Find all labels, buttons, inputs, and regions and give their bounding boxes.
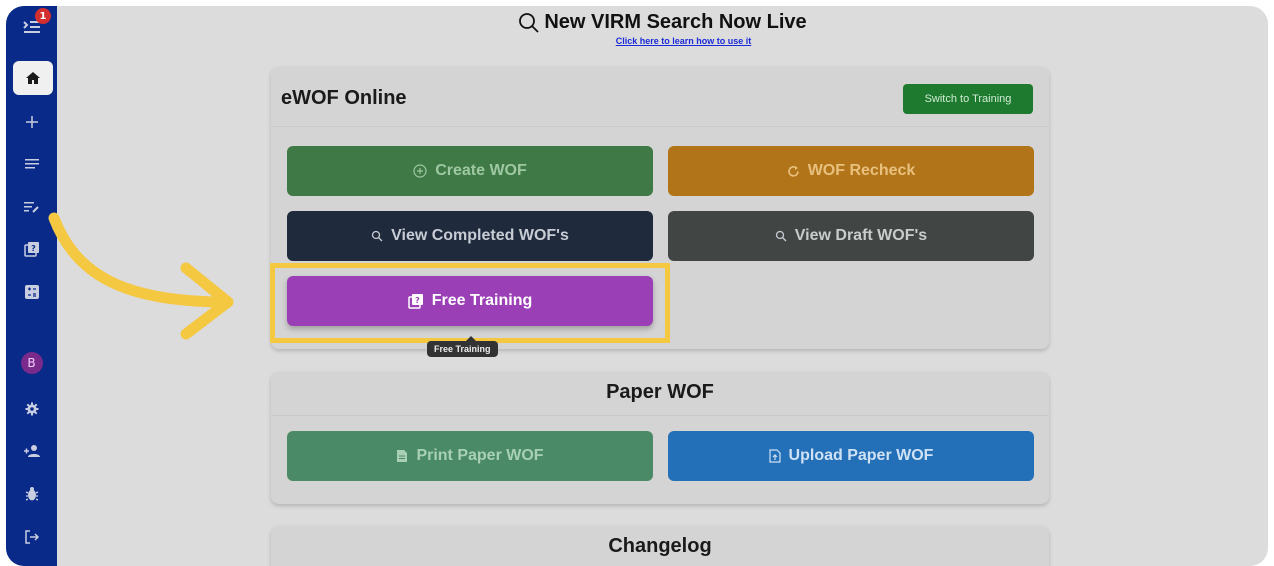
upload-paper-label: Upload Paper WOF: [788, 447, 934, 464]
changelog-title: Changelog: [608, 535, 712, 557]
search-icon: [371, 230, 383, 242]
create-wof-button[interactable]: Create WOF: [287, 146, 653, 196]
search-icon: [519, 12, 539, 33]
paper-card-header: Paper WOF: [271, 372, 1049, 416]
plus-icon[interactable]: [6, 105, 57, 139]
paper-card-title: Paper WOF: [606, 381, 714, 403]
refresh-icon: [787, 165, 799, 177]
ewof-card-title: eWOF Online: [281, 87, 407, 109]
avatar[interactable]: B: [6, 346, 57, 380]
wof-recheck-button[interactable]: WOF Recheck: [668, 146, 1034, 196]
file-upload-icon: [768, 449, 781, 463]
notification-badge: 1: [35, 8, 51, 24]
ewof-card-header: eWOF Online Switch to Training: [271, 67, 1049, 127]
avatar-letter: B: [20, 352, 43, 374]
logout-icon[interactable]: [6, 520, 57, 554]
home-icon[interactable]: [13, 61, 53, 95]
menu-collapse-icon[interactable]: 1: [6, 8, 57, 44]
view-draft-label: View Draft WOF's: [794, 227, 928, 244]
view-completed-label: View Completed WOF's: [391, 227, 569, 244]
bug-icon[interactable]: [6, 477, 57, 511]
pointer-arrow: [48, 212, 234, 340]
wof-recheck-label: WOF Recheck: [807, 162, 916, 179]
add-user-icon[interactable]: [6, 434, 57, 468]
upload-paper-wof-button[interactable]: Upload Paper WOF: [668, 431, 1034, 481]
view-completed-wofs-button[interactable]: View Completed WOF's: [287, 211, 653, 261]
file-icon: [397, 450, 408, 462]
svg-text:?: ?: [31, 244, 36, 253]
paper-wof-card: Paper WOF Print Paper WOF Upload Paper W…: [271, 372, 1049, 504]
switch-to-training-button[interactable]: Switch to Training: [903, 84, 1033, 114]
print-paper-label: Print Paper WOF: [416, 447, 544, 464]
list-icon[interactable]: [6, 147, 57, 181]
free-training-tooltip: Free Training: [427, 341, 498, 357]
create-wof-label: Create WOF: [435, 162, 527, 179]
announcement-banner: New VIRM Search Now Live Click here to l…: [57, 11, 1268, 46]
banner-title-text: New VIRM Search Now Live: [544, 11, 807, 33]
banner-title: New VIRM Search Now Live: [518, 11, 807, 34]
gear-icon[interactable]: [6, 392, 57, 426]
app-frame: 1 ? B New VIRM Search Now Live Click her…: [6, 6, 1268, 566]
view-draft-wofs-button[interactable]: View Draft WOF's: [668, 211, 1034, 261]
print-paper-wof-button[interactable]: Print Paper WOF: [287, 431, 653, 481]
changelog-card: Changelog: [271, 526, 1049, 566]
search-icon: [775, 230, 787, 242]
highlight-box: [270, 263, 670, 343]
learn-search-link[interactable]: Click here to learn how to use it: [99, 36, 1268, 46]
plus-circle-icon: [413, 164, 427, 178]
